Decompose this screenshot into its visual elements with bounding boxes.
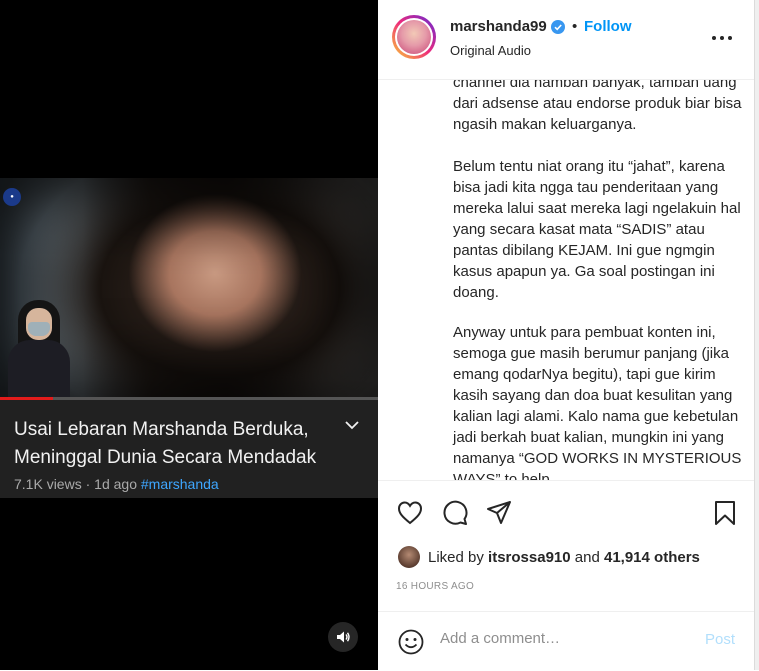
- comment-input[interactable]: [440, 630, 680, 647]
- comment-icon[interactable]: [441, 499, 469, 527]
- username-link[interactable]: marshanda99: [450, 18, 547, 35]
- meta-separator: ·: [85, 476, 91, 492]
- video-player[interactable]: ● Usai Lebaran Marshanda Berduka, Mening…: [0, 0, 378, 670]
- scrollbar[interactable]: [754, 0, 759, 670]
- verified-badge-icon: [551, 20, 565, 34]
- caption-area[interactable]: channel dia nambah banyak, tambah uang d…: [378, 80, 754, 480]
- post-timestamp: 16 HOURS AGO: [396, 581, 475, 592]
- heart-icon[interactable]: [396, 499, 424, 527]
- likes-prefix: Liked by: [428, 549, 484, 566]
- liker-username[interactable]: itsrossa910: [488, 549, 571, 566]
- follow-button[interactable]: Follow: [584, 18, 632, 35]
- view-count: 7.1K views: [14, 476, 82, 492]
- post-panel: marshanda99 • Follow Original Audio chan…: [378, 0, 756, 670]
- volume-button[interactable]: [328, 622, 358, 652]
- speaker-icon: [337, 631, 350, 643]
- likes-count[interactable]: 41,914 others: [604, 549, 700, 566]
- comment-bar: Post: [378, 611, 754, 671]
- upload-age: 1d ago: [94, 476, 137, 492]
- liker-avatar[interactable]: [398, 546, 420, 568]
- video-caption-panel: Usai Lebaran Marshanda Berduka, Meningga…: [0, 400, 378, 498]
- avatar[interactable]: [392, 15, 436, 59]
- channel-logo-icon: ●: [3, 188, 21, 206]
- video-title: Usai Lebaran Marshanda Berduka, Meningga…: [14, 419, 317, 468]
- video-meta: 7.1K views · 1d ago #marshanda: [14, 476, 219, 492]
- chevron-down-icon[interactable]: [343, 416, 361, 434]
- post-actions: Liked by itsrossa910 and 41,914 others 1…: [378, 480, 754, 631]
- header-dot: •: [572, 18, 578, 35]
- likes-summary[interactable]: Liked by itsrossa910 and 41,914 others: [428, 549, 700, 566]
- caption-paragraph: Belum tentu niat orang itu “jahat”, kare…: [453, 158, 741, 301]
- post-header: marshanda99 • Follow Original Audio: [378, 0, 754, 80]
- post-comment-button[interactable]: Post: [705, 631, 735, 648]
- caption-paragraph: Anyway untuk para pembuat konten ini, se…: [453, 324, 742, 480]
- likes-and: and: [574, 549, 600, 566]
- send-icon[interactable]: [485, 499, 513, 527]
- news-presenter-image: [4, 300, 74, 398]
- more-icon[interactable]: [712, 36, 732, 42]
- hashtag-link[interactable]: #marshanda: [141, 476, 219, 492]
- bookmark-icon[interactable]: [711, 499, 739, 527]
- audio-label[interactable]: Original Audio: [450, 43, 531, 58]
- caption-paragraph: channel dia nambah banyak, tambah uang d…: [453, 80, 742, 133]
- emoji-icon[interactable]: [398, 629, 424, 655]
